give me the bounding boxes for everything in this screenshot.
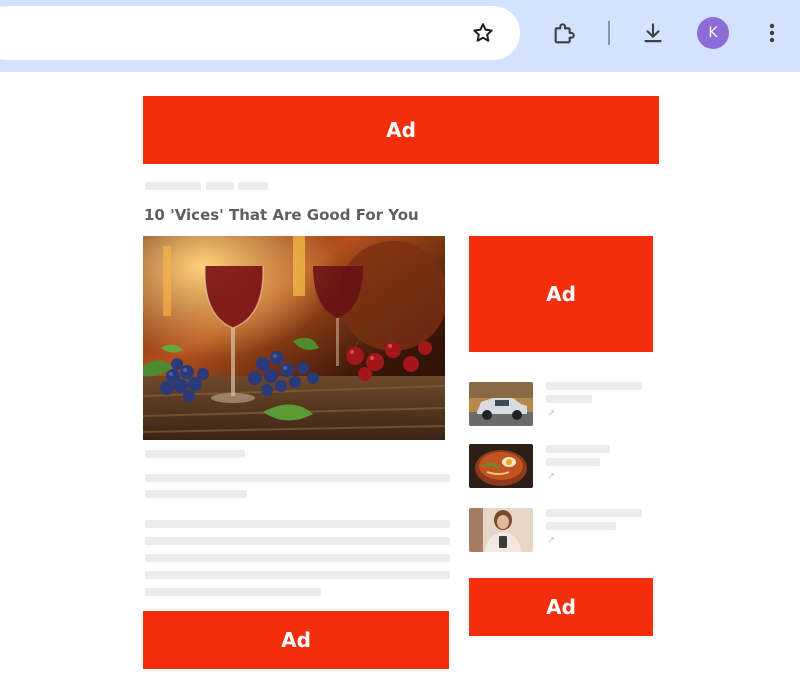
related-title-placeholder [546, 445, 610, 453]
ad-sidebar-lower[interactable]: Ad [469, 578, 653, 636]
star-icon[interactable] [468, 18, 498, 48]
related-title-placeholder [546, 382, 642, 390]
profile-avatar[interactable]: K [697, 17, 729, 49]
text-line-placeholder [145, 537, 450, 545]
text-line-placeholder [145, 554, 450, 562]
arrow-up-right-icon: ↗ [547, 471, 556, 482]
arrow-up-right-icon: ↗ [547, 535, 556, 546]
related-title-placeholder [546, 522, 616, 530]
text-line-placeholder [145, 571, 450, 579]
ad-sidebar[interactable]: Ad [469, 236, 653, 352]
related-title-placeholder [546, 458, 600, 466]
address-bar[interactable] [0, 6, 520, 60]
breadcrumb-placeholder [238, 182, 268, 190]
related-thumbnail-ramen[interactable] [469, 444, 533, 488]
toolbar-divider [608, 21, 610, 45]
extensions-icon[interactable] [548, 16, 582, 50]
article-title[interactable]: 10 'Vices' That Are Good For You [144, 206, 419, 224]
browser-toolbar: K [0, 0, 800, 72]
text-line-placeholder [145, 474, 450, 482]
breadcrumb-placeholder [206, 182, 234, 190]
related-title-placeholder [546, 395, 592, 403]
text-line-placeholder [145, 520, 450, 528]
ad-banner-top[interactable]: Ad [143, 96, 659, 164]
hero-image [143, 236, 445, 440]
related-title-placeholder [546, 509, 642, 517]
related-thumbnail-car[interactable] [469, 382, 533, 426]
download-icon[interactable] [636, 16, 670, 50]
text-line-placeholder [145, 490, 247, 498]
more-vert-icon[interactable] [758, 16, 786, 50]
text-line-placeholder [145, 588, 321, 596]
caption-placeholder [145, 450, 245, 458]
arrow-up-right-icon: ↗ [547, 408, 556, 419]
related-thumbnail-phone[interactable] [469, 508, 533, 552]
ad-banner-bottom[interactable]: Ad [143, 611, 449, 669]
breadcrumb-placeholder [145, 182, 201, 190]
